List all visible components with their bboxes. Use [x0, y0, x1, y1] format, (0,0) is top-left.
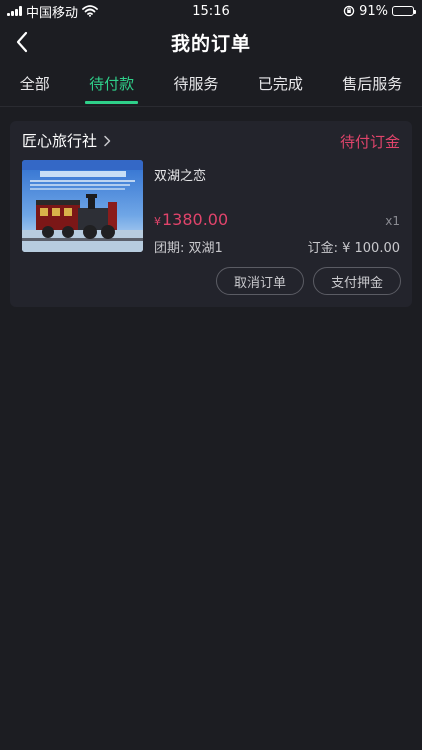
cancel-order-button[interactable]: 取消订单 — [216, 267, 304, 295]
wifi-icon — [82, 5, 98, 17]
status-left: 中国移动 — [0, 2, 98, 21]
tab-completed[interactable]: 已完成 — [254, 67, 307, 104]
tab-all[interactable]: 全部 — [16, 67, 54, 104]
signal-icon — [7, 6, 22, 16]
order-status: 待付订金 — [339, 133, 400, 151]
order-card[interactable]: 匠心旅行社 待付订金 双湖之恋 ¥1380.00 x1 团期: 双湖1 订金: … — [10, 121, 412, 307]
price-value: 1380.00 — [162, 210, 229, 229]
product-name: 双湖之恋 — [154, 169, 207, 184]
shop-name: 匠心旅行社 — [22, 132, 98, 150]
status-bar: 中国移动 15:16 91% — [0, 0, 422, 22]
battery-icon — [392, 6, 416, 16]
pay-deposit-button[interactable]: 支付押金 — [313, 267, 401, 295]
chevron-right-icon — [104, 135, 111, 146]
deposit-amount: 订金: ¥ 100.00 — [307, 241, 400, 256]
tab-pending-payment[interactable]: 待付款 — [85, 67, 139, 104]
price: ¥1380.00 — [154, 210, 228, 229]
shop-link[interactable]: 匠心旅行社 — [22, 130, 111, 151]
tab-after-sales[interactable]: 售后服务 — [338, 67, 406, 104]
currency-symbol: ¥ — [154, 215, 161, 228]
quantity: x1 — [385, 214, 400, 228]
status-right: 91% — [343, 4, 422, 19]
page-title: 我的订单 — [170, 32, 251, 55]
tab-pending-service[interactable]: 待服务 — [169, 67, 222, 104]
chevron-left-icon — [16, 31, 28, 53]
group-date: 团期: 双湖1 — [154, 241, 223, 256]
nav-bar: 我的订单 — [0, 22, 422, 62]
carrier-label: 中国移动 — [26, 5, 79, 21]
back-button[interactable] — [8, 28, 36, 56]
product-thumbnail[interactable] — [22, 160, 143, 252]
orientation-lock-icon — [343, 5, 355, 17]
battery-percent: 91% — [359, 3, 388, 19]
order-tabs: 全部 待付款 待服务 已完成 售后服务 — [0, 64, 422, 107]
